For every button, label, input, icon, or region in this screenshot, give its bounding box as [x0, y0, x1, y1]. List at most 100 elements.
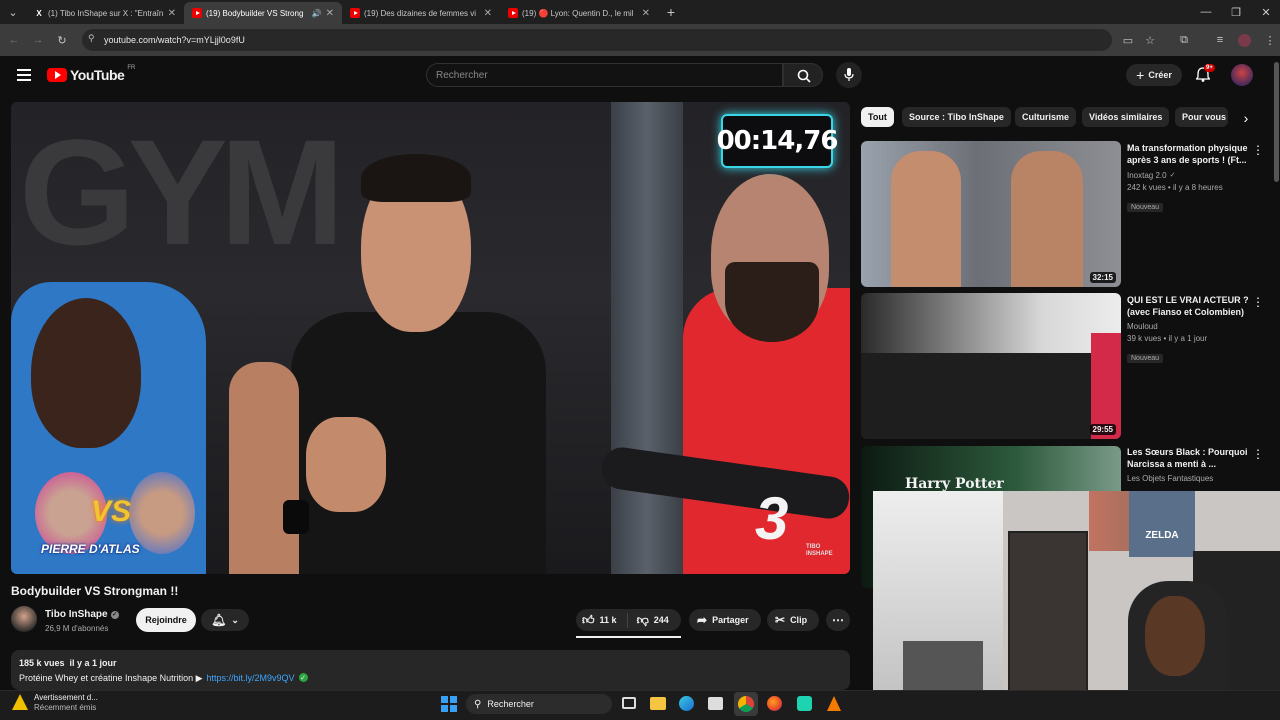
- chip-videos-similaires[interactable]: Vidéos similaires: [1082, 107, 1170, 127]
- minimize-icon[interactable]: —: [1198, 4, 1214, 20]
- browser-menu-icon[interactable]: ⋮: [1262, 32, 1278, 48]
- person-center-hand: [306, 417, 386, 512]
- chip-tout[interactable]: Tout: [861, 107, 894, 127]
- verified-icon: ✓: [1169, 172, 1176, 179]
- extensions-icon[interactable]: ⧉: [1176, 32, 1192, 48]
- back-icon[interactable]: ←: [6, 32, 22, 48]
- task-view-icon[interactable]: [622, 697, 636, 709]
- chip-source[interactable]: Source : Tibo InShape: [902, 107, 1011, 127]
- rec-meta: 242 k vues • il y a 8 heures: [1127, 183, 1223, 192]
- reload-icon[interactable]: ↻: [54, 32, 70, 48]
- channel-watermark: TIBO INSHAPE: [806, 544, 833, 557]
- close-tab-icon[interactable]: ✕: [326, 8, 334, 19]
- new-badge: Nouveau: [1127, 203, 1164, 212]
- join-button[interactable]: Rejoindre: [136, 608, 196, 632]
- audio-playing-icon[interactable]: 🔊: [312, 9, 322, 18]
- hamburger-menu-icon[interactable]: [17, 69, 31, 81]
- rec-info-1[interactable]: Ma transformation physique après 3 ans d…: [1127, 142, 1249, 214]
- webcam-overlay: ZELDA: [873, 491, 1280, 720]
- youtube-logo[interactable]: YouTube FR: [47, 65, 135, 83]
- forward-icon[interactable]: →: [30, 32, 46, 48]
- channel-name[interactable]: Tibo InShape ✓: [45, 609, 119, 620]
- search-input[interactable]: Rechercher: [426, 63, 783, 87]
- taskbar-search[interactable]: ⚲ Rechercher: [466, 694, 612, 714]
- youtube-icon: [350, 8, 360, 18]
- vs-badge: VS: [91, 495, 132, 528]
- bell-icon: 🔔︎: [211, 613, 227, 627]
- bookmark-star-icon[interactable]: ☆: [1142, 32, 1158, 48]
- app-icon[interactable]: [797, 696, 812, 711]
- chrome-taskbar-active[interactable]: [734, 692, 758, 716]
- account-avatar[interactable]: [1231, 64, 1253, 86]
- edge-icon[interactable]: [679, 696, 694, 711]
- profile-avatar[interactable]: [1238, 34, 1251, 47]
- webcam-shelf: [1008, 531, 1088, 706]
- like-ratio-bar: [576, 636, 681, 638]
- more-actions-button[interactable]: ⋯: [826, 609, 850, 631]
- url-field[interactable]: ⚲ youtube.com/watch?v=mYLjjl0o9fU: [82, 29, 1112, 51]
- thumb-crowd: [861, 353, 1121, 439]
- rec-title: QUI EST LE VRAI ACTEUR ? (avec Fianso et…: [1127, 295, 1249, 317]
- close-tab-icon[interactable]: ✕: [642, 8, 650, 19]
- search-icon: ⚲: [474, 698, 482, 710]
- close-window-icon[interactable]: ✕: [1258, 4, 1274, 20]
- search-button[interactable]: [783, 63, 823, 87]
- windows-start-icon[interactable]: [441, 696, 457, 712]
- microphone-icon: [844, 68, 854, 81]
- page-scrollbar[interactable]: [1274, 62, 1279, 182]
- new-tab-icon[interactable]: +: [663, 4, 679, 20]
- rec-channel: Mouloud: [1127, 322, 1158, 331]
- webcam-streamer-head: [1145, 596, 1205, 676]
- share-button[interactable]: ➦ Partager: [689, 609, 761, 631]
- file-explorer-icon[interactable]: [650, 697, 666, 710]
- url-text: youtube.com/watch?v=mYLjjl0o9fU: [104, 35, 245, 45]
- chevron-right-icon[interactable]: ›: [1238, 110, 1254, 126]
- maximize-icon[interactable]: ❐: [1228, 4, 1244, 20]
- person-right-beard: [725, 262, 819, 342]
- tab-3[interactable]: (19) Des dizaines de femmes vi ✕: [342, 2, 500, 24]
- create-button[interactable]: + Créer: [1126, 64, 1182, 86]
- webcam-zelda-poster: ZELDA: [1129, 491, 1195, 557]
- rec-thumbnail-1[interactable]: 32:15: [861, 141, 1121, 287]
- rec-menu-icon[interactable]: ⋮: [1250, 142, 1266, 158]
- video-player[interactable]: GYM 00:14,76 3 TIBO INSHAPE VS PIERRE D'…: [11, 102, 850, 574]
- tab-2-active[interactable]: (19) Bodybuilder VS Strong 🔊 ✕: [184, 2, 342, 24]
- rec-menu-icon[interactable]: ⋮: [1250, 294, 1266, 310]
- channel-avatar[interactable]: [11, 606, 37, 632]
- cast-icon[interactable]: ▭: [1120, 32, 1136, 48]
- smartwatch: [283, 500, 309, 534]
- gym-wall-text: GYM: [19, 108, 345, 276]
- subscriber-count: 26,9 M d'abonnés: [45, 624, 109, 633]
- tab-1[interactable]: X (1) Tibo InShape sur X : "Entraîn ✕: [26, 2, 184, 24]
- like-button[interactable]: 👍︎ 11 k: [582, 612, 628, 628]
- dislike-button[interactable]: 👎︎ 244: [633, 613, 669, 628]
- round-number: 3: [755, 485, 789, 552]
- rec-thumbnail-2[interactable]: 29:55: [861, 293, 1121, 439]
- vs-name-label: PIERRE D'ATLAS: [41, 542, 140, 556]
- description-box[interactable]: 185 k vues il y a 1 jour Protéine Whey e…: [11, 650, 850, 690]
- rec-info-2[interactable]: QUI EST LE VRAI ACTEUR ? (avec Fianso et…: [1127, 294, 1249, 365]
- tab-4[interactable]: (19) 🔴 Lyon: Quentin D., le mil ✕: [500, 2, 658, 24]
- plus-icon: +: [1136, 67, 1145, 83]
- site-info-icon[interactable]: ⚲: [88, 33, 95, 44]
- notifications-button[interactable]: 9+: [1195, 64, 1215, 87]
- chip-pour-vous[interactable]: Pour vous: [1175, 107, 1228, 127]
- subscribe-notification-button[interactable]: 🔔︎ ⌄: [201, 609, 249, 631]
- taskbar-notification[interactable]: Avertissement d... Récemment émis: [34, 693, 98, 713]
- store-icon[interactable]: [708, 697, 723, 710]
- youtube-icon: [192, 8, 202, 18]
- clip-button[interactable]: ✂ Clip: [767, 609, 819, 631]
- voice-search-button[interactable]: [836, 62, 862, 88]
- youtube-play-icon: [47, 68, 67, 82]
- rec-menu-icon[interactable]: ⋮: [1250, 446, 1266, 462]
- description-link[interactable]: https://bit.ly/2M9v9QV: [207, 673, 295, 684]
- close-tab-icon[interactable]: ✕: [484, 8, 492, 19]
- close-tab-icon[interactable]: ✕: [168, 8, 176, 19]
- chip-culturisme[interactable]: Culturisme: [1015, 107, 1077, 127]
- tab-title: (19) 🔴 Lyon: Quentin D., le mil: [522, 8, 634, 18]
- media-control-icon[interactable]: ≡: [1212, 32, 1228, 48]
- rec-info-3[interactable]: Les Sœurs Black : Pourquoi Narcissa a me…: [1127, 446, 1249, 485]
- person-center-hair: [361, 154, 471, 202]
- firefox-icon[interactable]: [767, 696, 782, 711]
- tab-list-chevron-icon[interactable]: ⌄: [5, 4, 21, 20]
